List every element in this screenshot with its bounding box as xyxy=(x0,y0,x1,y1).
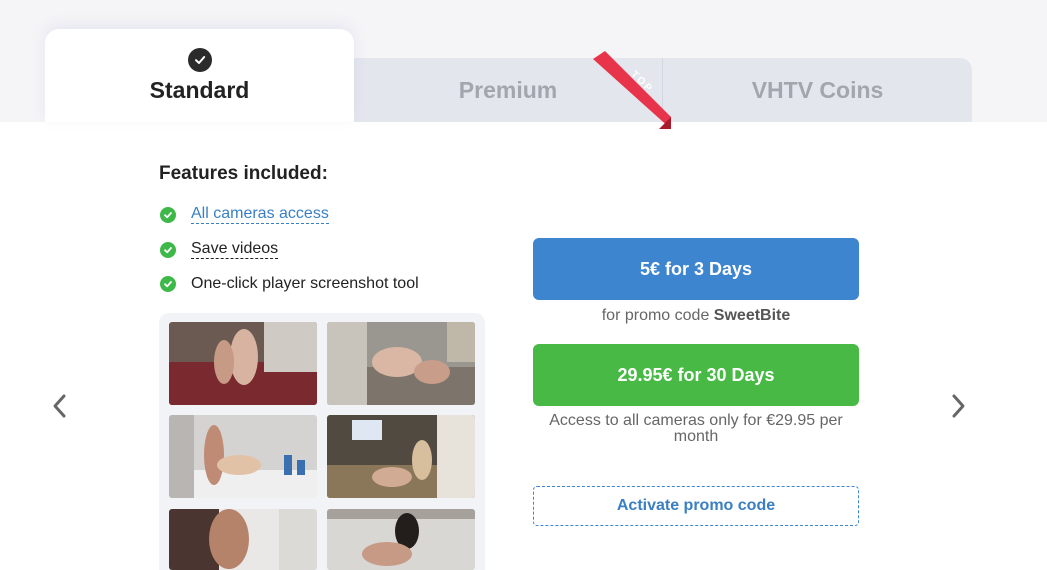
thirty-day-offer-label: 29.95€ for 30 Days xyxy=(617,364,775,385)
check-icon xyxy=(160,241,176,258)
activate-promo-button[interactable]: Activate promo code xyxy=(533,486,859,526)
tab-standard[interactable]: Standard xyxy=(45,29,354,122)
three-day-offer-label: 5€ for 3 Days xyxy=(639,258,753,279)
features-title: Features included: xyxy=(159,163,328,184)
gallery-thumbnail[interactable] xyxy=(327,509,475,570)
tab-vhtv-coins[interactable]: VHTV Coins xyxy=(663,58,972,122)
promo-prefix: for promo code xyxy=(601,307,714,324)
access-note: Access to all cameras only for €29.95 pe… xyxy=(549,412,843,445)
gallery-thumbnail[interactable] xyxy=(169,322,317,405)
feature-item: All cameras access xyxy=(160,205,329,224)
preview-gallery xyxy=(159,313,485,570)
three-day-offer-button[interactable]: 5€ for 3 Days xyxy=(533,238,859,300)
tab-premium-label: Premium xyxy=(458,76,558,103)
check-badge-icon xyxy=(187,48,212,72)
gallery-thumbnail[interactable] xyxy=(169,509,317,570)
chevron-left-icon[interactable] xyxy=(48,392,72,420)
feature-item: Save videos xyxy=(160,240,279,259)
thirty-day-offer-button[interactable]: 29.95€ for 30 Days xyxy=(533,344,859,406)
gallery-thumbnail[interactable] xyxy=(327,322,475,405)
feature-screenshot-tool: One-click player screenshot tool xyxy=(191,275,419,292)
tab-standard-label: Standard xyxy=(149,77,250,103)
plan-tabs: Premium VHTV Coins Standard xyxy=(45,29,972,122)
check-icon xyxy=(160,206,176,223)
check-icon xyxy=(160,276,176,292)
promo-note: for promo code SweetBite xyxy=(533,307,859,325)
gallery-thumbnail[interactable] xyxy=(169,415,317,498)
feature-save-videos-link[interactable]: Save videos xyxy=(191,240,279,259)
gallery-thumbnail[interactable] xyxy=(327,415,475,498)
activate-promo-label: Activate promo code xyxy=(616,497,776,514)
tab-coins-label: VHTV Coins xyxy=(751,76,884,103)
feature-item: One-click player screenshot tool xyxy=(160,275,419,293)
feature-all-cameras-link[interactable]: All cameras access xyxy=(191,205,329,224)
promo-code: SweetBite xyxy=(713,307,791,324)
tab-premium[interactable]: Premium xyxy=(354,58,663,122)
chevron-right-icon[interactable] xyxy=(946,392,970,420)
